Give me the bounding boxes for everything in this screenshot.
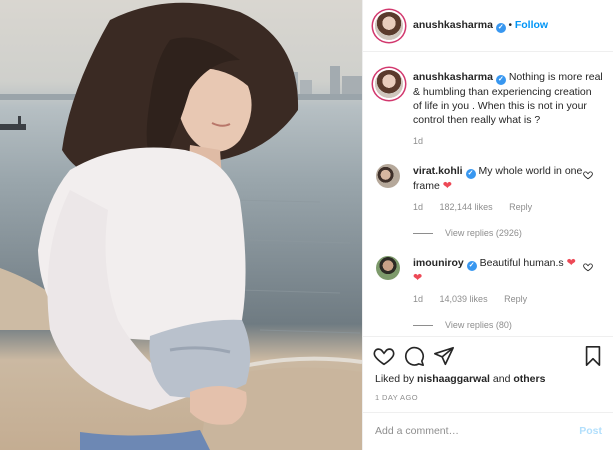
water-ripples xyxy=(229,199,361,334)
commenter-avatar[interactable] xyxy=(376,164,400,188)
liked-by-and: and xyxy=(492,373,511,385)
pier xyxy=(0,124,26,130)
comment-username[interactable]: virat.kohli xyxy=(413,165,463,177)
comment-icon[interactable] xyxy=(403,345,425,367)
caption-author-avatar[interactable] xyxy=(375,70,403,98)
author-username[interactable]: anushkasharma xyxy=(413,19,493,31)
comment-text: Beautiful human.s xyxy=(479,257,564,269)
divider-line xyxy=(413,324,433,326)
bookmark-icon[interactable] xyxy=(582,345,604,367)
comment-likes[interactable]: 14,039 likes xyxy=(440,294,488,304)
comment-age: 1d xyxy=(413,294,424,304)
separator-dot: • xyxy=(508,20,513,31)
reply-button[interactable]: Reply xyxy=(509,202,532,212)
caption-username[interactable]: anushkasharma xyxy=(413,71,493,83)
pier-post xyxy=(18,116,21,130)
comment-age: 1d xyxy=(413,202,424,212)
post-comment-button[interactable]: Post xyxy=(579,425,602,437)
red-heart-emoji: ❤ xyxy=(413,272,423,284)
header-user-row: anushkasharma ✓ • Follow xyxy=(413,19,548,33)
liked-by-prefix: Liked by xyxy=(375,373,415,385)
skyline-building xyxy=(342,76,362,94)
caption-meta: 1d xyxy=(413,136,437,146)
follow-button[interactable]: Follow xyxy=(515,19,548,31)
view-replies-label: View replies (2926) xyxy=(445,228,522,238)
verified-badge-icon: ✓ xyxy=(495,75,506,85)
comment-likes[interactable]: 182,144 likes xyxy=(440,202,493,212)
caption-age: 1d xyxy=(413,136,424,146)
liked-by-user[interactable]: nishaaggarwal xyxy=(417,373,490,385)
liked-by-line: Liked by nishaaggarwal and others xyxy=(375,373,545,385)
comment-1: virat.kohli ✓ My whole world in one fram… xyxy=(413,164,593,193)
comment-text: My whole world in xyxy=(478,165,562,177)
reply-button[interactable]: Reply xyxy=(504,294,527,304)
comment-username[interactable]: imouniroy xyxy=(413,257,464,269)
action-bar: Liked by nishaaggarwal and others 1 DAY … xyxy=(363,336,613,412)
view-replies-label: View replies (80) xyxy=(445,320,512,330)
comment-like-heart-icon[interactable] xyxy=(583,170,593,180)
post-timestamp[interactable]: 1 DAY AGO xyxy=(375,393,418,402)
share-icon[interactable] xyxy=(433,345,455,367)
photo-illustration xyxy=(0,2,362,450)
instagram-post: anushkasharma ✓ • Follow anushkasharma ✓… xyxy=(0,0,613,450)
post-photo[interactable] xyxy=(0,0,362,450)
post-header: anushkasharma ✓ • Follow xyxy=(363,0,613,52)
heart-icon[interactable] xyxy=(373,345,395,367)
skyline-building xyxy=(300,80,312,94)
divider-line xyxy=(413,232,433,234)
post-side-panel: anushkasharma ✓ • Follow anushkasharma ✓… xyxy=(362,0,613,450)
comment-2: imouniroy ✓ Beautiful human.s ❤ ❤ xyxy=(413,256,593,285)
comment-like-heart-icon[interactable] xyxy=(583,262,593,272)
add-comment-bar: Post xyxy=(363,412,613,450)
verified-badge-icon: ✓ xyxy=(465,169,476,179)
verified-badge-icon: ✓ xyxy=(466,261,477,271)
caption: anushkasharma ✓ Nothing is more real & h… xyxy=(413,70,603,127)
author-avatar[interactable] xyxy=(375,12,403,40)
comment-1-meta: 1d 182,144 likes Reply xyxy=(413,202,546,212)
jeans xyxy=(80,430,210,450)
tie-dye-top xyxy=(149,319,251,398)
skyline-building xyxy=(330,66,340,94)
liked-by-others[interactable]: others xyxy=(513,373,545,385)
red-heart-emoji: ❤ xyxy=(566,257,576,269)
view-replies-button[interactable]: View replies (80) xyxy=(413,320,512,330)
add-comment-input[interactable] xyxy=(375,421,565,441)
verified-badge-icon: ✓ xyxy=(495,23,506,33)
comment-2-meta: 1d 14,039 likes Reply xyxy=(413,294,541,304)
hand xyxy=(190,386,247,425)
view-replies-button[interactable]: View replies (2926) xyxy=(413,228,522,238)
red-heart-emoji: ❤ xyxy=(442,180,452,192)
commenter-avatar[interactable] xyxy=(376,256,400,280)
